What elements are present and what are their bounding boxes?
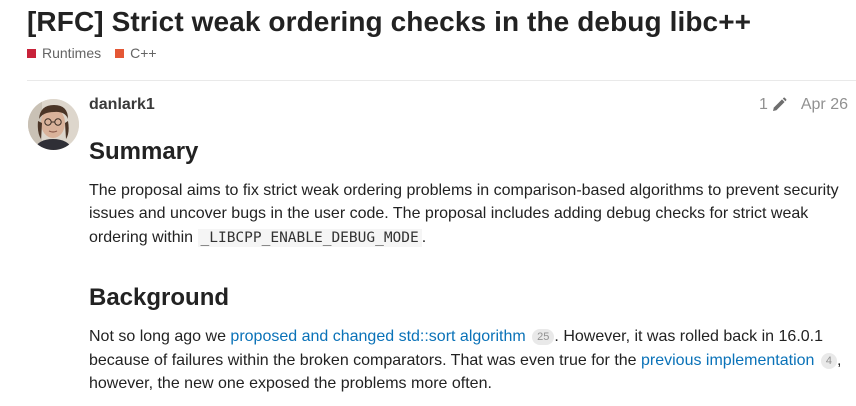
pencil-icon	[772, 97, 787, 111]
post-date[interactable]: Apr 26	[801, 96, 848, 114]
category-swatch	[115, 48, 125, 58]
summary-heading: Summary	[89, 138, 199, 165]
category-swatch	[27, 48, 36, 58]
previous-implementation-link[interactable]: previous implementation	[641, 352, 814, 369]
category-label: C++	[130, 45, 157, 61]
std-sort-link[interactable]: proposed and changed std::sort algorithm	[230, 328, 525, 345]
category-cpp[interactable]: C++	[115, 45, 157, 61]
post-username[interactable]: danlark1	[89, 96, 155, 114]
avatar[interactable]	[28, 99, 79, 150]
background-heading: Background	[89, 284, 230, 312]
edit-count: 1	[758, 96, 768, 113]
background-text: Not so long ago we	[89, 328, 231, 346]
edit-history-button[interactable]: 1	[759, 96, 787, 114]
background-paragraph: Not so long ago we proposed and changed …	[89, 325, 849, 395]
post-body: Summary The proposal aims to fix strict …	[89, 138, 849, 395]
category-runtimes[interactable]: Runtimes	[27, 45, 101, 61]
topic-title[interactable]: [RFC] Strict weak ordering checks in the…	[27, 6, 751, 38]
category-label: Runtimes	[42, 45, 102, 61]
link-click-count: 25	[532, 329, 555, 346]
post-meta: 1 Apr 26	[759, 96, 848, 114]
debug-mode-code: _LIBCPP_ENABLE_DEBUG_MODE	[197, 228, 422, 247]
title-divider	[27, 80, 856, 81]
category-list: Runtimes C++	[27, 45, 157, 61]
summary-text-end: .	[421, 228, 427, 246]
summary-paragraph: The proposal aims to fix strict weak ord…	[89, 179, 849, 250]
avatar-portrait-icon	[28, 99, 79, 150]
link-click-count: 4	[820, 352, 837, 369]
